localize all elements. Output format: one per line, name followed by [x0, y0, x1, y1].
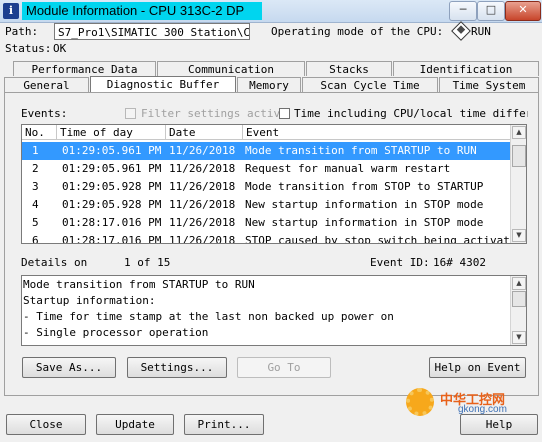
gear-icon [406, 388, 434, 416]
row-event: Request for manual warm restart [245, 162, 451, 175]
save-as-button[interactable]: Save As... [22, 357, 116, 378]
tab-memory[interactable]: Memory [237, 77, 301, 92]
details-label: Details on [21, 256, 88, 269]
row-date: 11/26/2018 [169, 216, 236, 229]
events-scrollbar[interactable]: ▲ ▼ [510, 125, 526, 243]
row-number: 4 [32, 198, 39, 211]
tab-diagnostic-buffer[interactable]: Diagnostic Buffer [90, 76, 236, 92]
scrollbar-thumb[interactable] [512, 291, 526, 307]
details-line: Startup information: [23, 294, 156, 307]
row-event: STOP caused by stop switch being activat… [245, 234, 524, 244]
tab-scan-cycle-time[interactable]: Scan Cycle Time [302, 77, 438, 92]
details-scrollbar[interactable]: ▲ ▼ [510, 276, 526, 345]
title-bar: i Module Information - CPU 313C-2 DP ─ □… [0, 0, 542, 23]
window-title: Module Information - CPU 313C-2 DP [22, 2, 262, 20]
tab-stacks[interactable]: Stacks [306, 61, 392, 76]
details-counter: 1 of 15 [124, 256, 171, 269]
minimize-button[interactable]: ─ [449, 1, 477, 21]
row-time: 01:28:17.016 PM [62, 234, 162, 244]
table-row[interactable]: 1 01:29:05.961 PM 11/26/2018 Mode transi… [22, 142, 511, 160]
row-number: 3 [32, 180, 39, 193]
run-status-icon [451, 21, 471, 41]
details-line: Mode transition from STARTUP to RUN [23, 278, 255, 291]
table-row[interactable]: 2 01:29:05.961 PM 11/26/2018 Request for… [22, 160, 511, 178]
table-row[interactable]: 3 01:29:05.928 PM 11/26/2018 Mode transi… [22, 178, 511, 196]
scroll-up-icon[interactable]: ▲ [512, 126, 526, 139]
close-window-button[interactable]: ✕ [505, 1, 541, 21]
column-header-date[interactable]: Date [166, 125, 243, 140]
event-id-value: 16# 4302 [433, 256, 486, 269]
row-number: 1 [32, 144, 39, 157]
status-value: OK [53, 42, 67, 55]
watermark-url: gkong.com [458, 404, 507, 415]
tab-general[interactable]: General [4, 77, 89, 92]
path-label: Path: [5, 25, 39, 38]
row-date: 11/26/2018 [169, 234, 236, 244]
row-time: 01:29:05.928 PM [62, 180, 162, 193]
column-header-no[interactable]: No. [22, 125, 57, 140]
row-time: 01:29:05.928 PM [62, 198, 162, 211]
app-info-icon: i [3, 3, 19, 19]
close-button[interactable]: Close [6, 414, 86, 435]
filter-settings-label: Filter settings activ [141, 107, 281, 120]
scroll-up-icon[interactable]: ▲ [512, 277, 526, 290]
tab-communication[interactable]: Communication [157, 61, 305, 76]
row-date: 11/26/2018 [169, 198, 236, 211]
row-event: Mode transition from STARTUP to RUN [245, 144, 477, 157]
scrollbar-thumb[interactable] [512, 145, 526, 167]
time-including-label: Time including CPU/local time differenc [294, 107, 528, 120]
events-table: No. Time of day Date Event 1 01:29:05.96… [21, 124, 527, 244]
help-on-event-button[interactable]: Help on Event [429, 357, 526, 378]
go-to-button[interactable]: Go To [237, 357, 331, 378]
table-row[interactable]: 4 01:29:05.928 PM 11/26/2018 New startup… [22, 196, 511, 214]
events-table-header: No. Time of day Date Event [22, 125, 511, 141]
row-date: 11/26/2018 [169, 144, 236, 157]
tab-time-system[interactable]: Time System [439, 77, 539, 92]
row-number: 6 [32, 234, 39, 244]
scroll-down-icon[interactable]: ▼ [512, 331, 526, 344]
row-event: Mode transition from STOP to STARTUP [245, 180, 484, 193]
watermark: 中华工控网 gkong.com [406, 388, 536, 420]
row-time: 01:29:05.961 PM [62, 144, 162, 157]
maximize-button[interactable]: □ [477, 1, 505, 21]
column-header-event[interactable]: Event [243, 125, 511, 140]
row-number: 2 [32, 162, 39, 175]
row-time: 01:29:05.961 PM [62, 162, 162, 175]
print-button[interactable]: Print... [184, 414, 264, 435]
events-label: Events: [21, 107, 68, 120]
table-row[interactable]: 6 01:28:17.016 PM 11/26/2018 STOP caused… [22, 232, 523, 244]
settings-button[interactable]: Settings... [127, 357, 227, 378]
table-row[interactable]: 5 01:28:17.016 PM 11/26/2018 New startup… [22, 214, 511, 232]
details-textbox[interactable]: Mode transition from STARTUP to RUN Star… [21, 275, 527, 346]
time-including-checkbox[interactable] [279, 108, 290, 119]
row-number: 5 [32, 216, 39, 229]
update-button[interactable]: Update [96, 414, 174, 435]
tab-performance-data[interactable]: Performance Data [13, 61, 156, 76]
row-event: New startup information in STOP mode [245, 216, 484, 229]
column-header-time[interactable]: Time of day [57, 125, 166, 140]
row-date: 11/26/2018 [169, 162, 236, 175]
operating-mode-value: RUN [471, 25, 491, 38]
row-date: 11/26/2018 [169, 180, 236, 193]
row-time: 01:28:17.016 PM [62, 216, 162, 229]
filter-settings-checkbox[interactable] [125, 108, 136, 119]
tab-identification[interactable]: Identification [393, 61, 539, 76]
status-label: Status: [5, 42, 52, 55]
details-line: - Single processor operation [23, 326, 209, 339]
path-field[interactable]: S7_Pro1\SIMATIC 300 Station\CPU [54, 23, 250, 40]
event-id-label: Event ID: [370, 256, 430, 269]
details-line: - Time for time stamp at the last non ba… [23, 310, 394, 323]
row-event: New startup information in STOP mode [245, 198, 484, 211]
operating-mode-label: Operating mode of the CPU: [271, 25, 444, 38]
scroll-down-icon[interactable]: ▼ [512, 229, 526, 242]
